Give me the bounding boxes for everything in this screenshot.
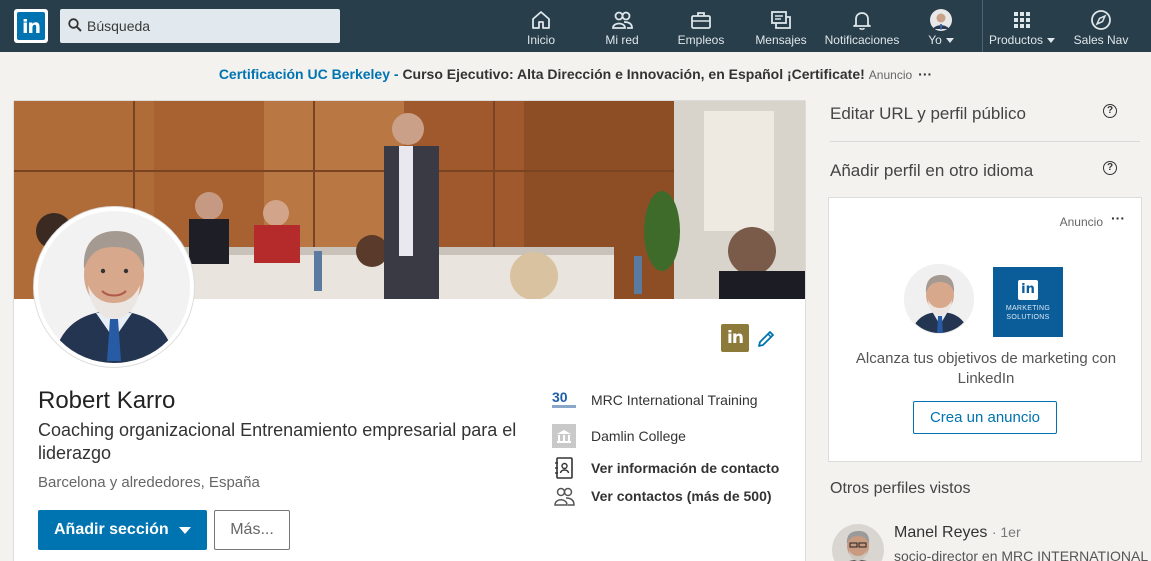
nav-item-sales-nav[interactable]: Sales Nav: [1068, 0, 1134, 52]
search-box[interactable]: [60, 9, 340, 43]
nav-item-products[interactable]: Productos: [984, 0, 1060, 52]
marketing-solutions-text: MARKETING SOLUTIONS: [1005, 305, 1051, 321]
search-input[interactable]: [87, 9, 332, 43]
chevron-down-icon: [179, 527, 191, 534]
person-headline: socio-director en MRC INTERNATIONAL: [894, 548, 1149, 561]
add-language-profile-link[interactable]: Añadir perfil en otro idioma: [830, 161, 1033, 181]
school-name: Damlin College: [591, 428, 686, 444]
profile-headline: Coaching organizacional Entrenamiento em…: [38, 420, 517, 463]
chevron-down-icon: [945, 38, 954, 44]
messages-icon: [771, 11, 791, 29]
avatar: [38, 211, 190, 363]
create-ad-button[interactable]: Crea un anuncio: [913, 401, 1057, 434]
nav-label-notifications: Notificaciones: [824, 33, 900, 47]
profile-location: Barcelona y alrededores, España: [38, 474, 260, 491]
ad-banner: Certificación UC Berkeley - Curso Ejecut…: [0, 66, 1151, 82]
nav-label-me: Yo: [916, 33, 966, 47]
connections-icon: [554, 487, 575, 506]
nav-item-notifications[interactable]: Notificaciones: [820, 0, 904, 52]
nav-label-products: Productos: [984, 33, 1060, 47]
person-name: Manel Reyes · 1er: [894, 524, 1021, 541]
more-button[interactable]: Más...: [214, 510, 290, 550]
help-icon[interactable]: ?: [1103, 161, 1117, 175]
pencil-icon[interactable]: [755, 328, 777, 350]
nav-label-home: Inicio: [526, 33, 555, 47]
nav-item-messages[interactable]: Mensajes: [751, 0, 811, 52]
svg-text:30: 30: [552, 389, 568, 405]
linkedin-premium-badge: in: [721, 324, 749, 352]
ad-description: Alcanza tus objetivos de marketing con L…: [855, 350, 1117, 387]
school-icon: [552, 424, 576, 448]
add-section-label: Añadir sección: [54, 521, 169, 538]
contact-card-icon: [555, 457, 573, 479]
avatar: [904, 264, 974, 334]
profile-name: Robert Karro: [38, 387, 176, 414]
briefcase-icon: [691, 12, 711, 29]
other-profiles-title: Otros perfiles vistos: [830, 480, 971, 497]
ad-text[interactable]: Curso Ejecutivo: Alta Dirección e Innova…: [402, 66, 864, 82]
nav-label-network: Mi red: [605, 33, 639, 47]
top-navbar: in Inicio Mi red Empleos Mensajes Notifi…: [0, 0, 1151, 52]
help-icon[interactable]: ?: [1103, 104, 1117, 118]
company-logo-icon: 30: [552, 389, 576, 408]
rail-divider: [830, 141, 1140, 142]
company-name: MRC International Training: [591, 392, 758, 408]
avatar: [832, 524, 884, 561]
more-options-icon[interactable]: ···: [1111, 210, 1125, 226]
ad-label: Anuncio: [1059, 215, 1103, 229]
avatar: [930, 9, 952, 31]
marketing-solutions-logo: in MARKETING SOLUTIONS: [993, 267, 1063, 337]
connections-label: Ver contactos (más de 500): [591, 488, 772, 504]
chevron-down-icon: [1047, 38, 1056, 44]
bell-icon: [853, 12, 871, 30]
ad-card: Anuncio ··· in MARKETING SOLUTIONS Alcan…: [828, 197, 1142, 462]
profile-avatar[interactable]: [34, 207, 194, 367]
contact-info-label: Ver información de contacto: [591, 460, 780, 476]
nav-label-sales-nav: Sales Nav: [1073, 33, 1129, 47]
edit-public-profile-link[interactable]: Editar URL y perfil público: [830, 104, 1026, 124]
nav-item-jobs[interactable]: Empleos: [671, 0, 731, 52]
list-item[interactable]: Manel Reyes · 1er socio-director en MRC …: [830, 524, 1151, 561]
nav-label-jobs: Empleos: [677, 33, 725, 47]
search-icon: [68, 18, 82, 32]
network-icon: [612, 11, 633, 29]
nav-item-me[interactable]: Yo: [916, 0, 966, 52]
profile-card: in Robert Karro Coaching organizacional …: [13, 100, 806, 561]
home-icon: [532, 11, 550, 29]
compass-icon: [1091, 10, 1111, 30]
nav-item-network[interactable]: Mi red: [592, 0, 652, 52]
add-section-button[interactable]: Añadir sección: [38, 510, 207, 550]
ad-link[interactable]: Certificación UC Berkeley -: [219, 66, 403, 82]
linkedin-logo-mark: in: [17, 12, 45, 40]
nav-divider: [982, 0, 983, 52]
nav-item-home[interactable]: Inicio: [511, 0, 571, 52]
ad-label: Anuncio: [868, 68, 913, 82]
nav-label-messages: Mensajes: [755, 33, 807, 47]
grid-icon: [1014, 12, 1030, 28]
connection-degree: · 1er: [991, 524, 1021, 540]
more-options-icon[interactable]: ···: [918, 66, 932, 82]
linkedin-logo[interactable]: in: [14, 9, 48, 43]
linkedin-logo-mark: in: [1018, 280, 1038, 300]
